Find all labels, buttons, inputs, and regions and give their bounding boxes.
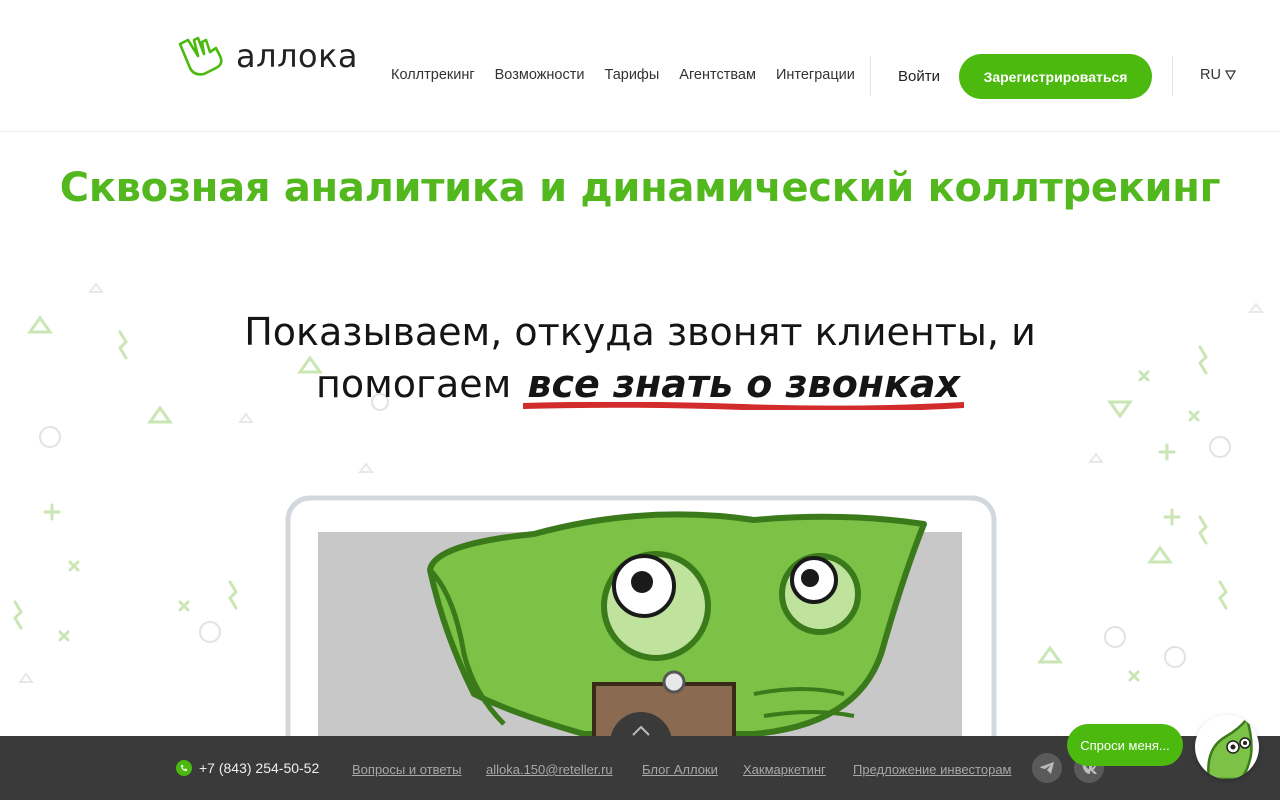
nav-item-agencies[interactable]: Агентствам xyxy=(679,67,756,83)
register-button[interactable]: Зарегистрироваться xyxy=(959,54,1152,99)
chat-mascot-avatar[interactable] xyxy=(1195,715,1259,779)
telegram-button[interactable] xyxy=(1032,753,1062,783)
chevron-up-icon xyxy=(632,726,650,736)
elephant-avatar-icon xyxy=(1207,716,1253,779)
footer-link-hackmarketing[interactable]: Хакмаркетинг xyxy=(743,762,826,777)
language-selector[interactable]: RU xyxy=(1200,67,1236,83)
tagline-prefix: помогаем xyxy=(315,362,512,406)
hero-title: Сквозная аналитика и динамический коллтр… xyxy=(59,165,1221,211)
brand-name: аллока xyxy=(236,37,359,75)
footer-phone[interactable]: +7 (843) 254-50-52 xyxy=(176,760,319,776)
footer-link-faq[interactable]: Вопросы и ответы xyxy=(352,762,461,777)
tagline-accent: все знать о звонках xyxy=(523,358,964,410)
logo[interactable]: аллока xyxy=(176,34,358,78)
phone-number: +7 (843) 254-50-52 xyxy=(199,760,320,776)
red-underline xyxy=(523,402,964,410)
nav-item-calltracking[interactable]: Коллтрекинг xyxy=(391,67,475,83)
triangle-down-icon xyxy=(1224,70,1236,80)
hand-logo-icon xyxy=(178,36,223,76)
tagline-line-2: помогаем все знать о звонках xyxy=(0,358,1280,410)
nav-item-integrations[interactable]: Интеграции xyxy=(776,67,855,83)
tagline-accent-text: все знать о звонках xyxy=(527,362,960,406)
tagline-line-1: Показываем, откуда звонят клиенты, и xyxy=(244,310,1036,354)
whatsapp-icon xyxy=(176,760,192,776)
nav-item-features[interactable]: Возможности xyxy=(495,67,585,83)
divider xyxy=(870,56,871,96)
telegram-icon xyxy=(1040,762,1054,774)
divider xyxy=(1172,56,1173,96)
site-header: аллока Коллтрекинг Возможности Тарифы Аг… xyxy=(0,0,1280,132)
chat-ask-button[interactable]: Спроси меня... xyxy=(1067,724,1183,766)
hero-tagline: Показываем, откуда звонят клиенты, и пом… xyxy=(0,306,1280,410)
nav-item-pricing[interactable]: Тарифы xyxy=(604,67,659,83)
elephant-mascot-illustration xyxy=(285,495,997,744)
footer-link-investors[interactable]: Предложение инвесторам xyxy=(853,762,1012,777)
footer-link-email[interactable]: alloka.150@reteller.ru xyxy=(486,762,613,777)
language-label: RU xyxy=(1200,67,1221,83)
main-nav: Коллтрекинг Возможности Тарифы Агентства… xyxy=(391,67,855,83)
login-link[interactable]: Войти xyxy=(898,68,940,85)
footer-link-blog[interactable]: Блог Аллоки xyxy=(642,762,718,777)
